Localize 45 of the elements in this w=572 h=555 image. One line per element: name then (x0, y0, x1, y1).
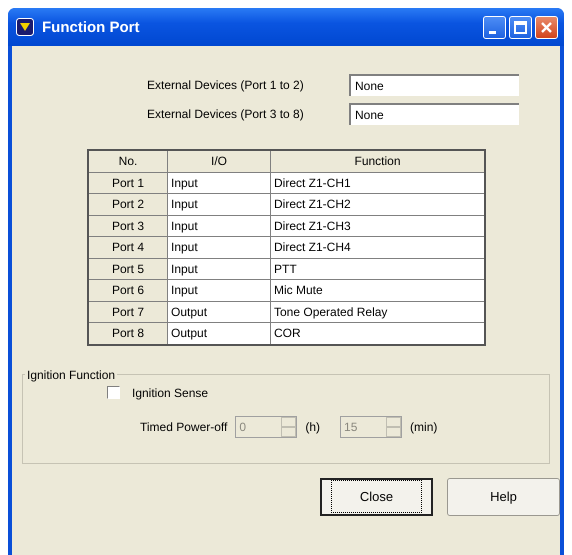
group-title: Ignition Function (26, 368, 116, 382)
row-header: Port 2 (88, 194, 168, 215)
table-cell: Mic Mute (270, 280, 485, 301)
app-icon (16, 18, 34, 36)
field-label: External Devices (Port 3 to 8) (147, 107, 305, 121)
maximize-button[interactable] (509, 16, 532, 38)
table-cell: Tone Operated Relay (270, 301, 485, 322)
window-title: Function Port (42, 18, 140, 36)
table-cell: Input (168, 215, 270, 236)
device-field[interactable]: None (349, 103, 519, 125)
column-header: No. (88, 150, 168, 172)
checkbox[interactable] (107, 386, 120, 399)
table-cell: Direct Z1-CH1 (270, 172, 485, 194)
row-header: Port 6 (88, 280, 168, 301)
table-cell: Output (168, 322, 270, 344)
unit-label: (h) (305, 420, 320, 434)
checkbox-label: Ignition Sense (132, 386, 208, 400)
column-header: Function (270, 150, 485, 172)
table-cell: Input (168, 236, 270, 258)
field-label: External Devices (Port 1 to 2) (147, 78, 305, 92)
row-header: Port 8 (88, 322, 168, 344)
table-cell: Output (168, 301, 270, 322)
device-field[interactable]: None (349, 74, 519, 96)
table-cell: Input (168, 280, 270, 301)
row-header: Port 5 (88, 258, 168, 280)
table-cell: Input (168, 172, 270, 194)
column-header: I/O (168, 150, 270, 172)
help-button[interactable]: Help (447, 478, 560, 516)
row-header: Port 3 (88, 215, 168, 236)
row-header: Port 4 (88, 236, 168, 258)
table-cell: Direct Z1-CH3 (270, 215, 485, 236)
row-header: Port 7 (88, 301, 168, 322)
table-cell: Input (168, 194, 270, 215)
minimize-icon (488, 30, 496, 34)
row-header: Port 1 (88, 172, 168, 194)
table-cell: PTT (270, 258, 485, 280)
table-cell: COR (270, 322, 485, 344)
close-dialog-button[interactable]: Close (320, 478, 433, 516)
table-cell: Direct Z1-CH2 (270, 194, 485, 215)
minimize-button[interactable] (483, 16, 506, 38)
table-cell: Direct Z1-CH4 (270, 236, 485, 258)
table-cell: Input (168, 258, 270, 280)
unit-label: (min) (410, 420, 438, 434)
close-button[interactable] (535, 16, 558, 38)
timed-power-off-label: Timed Power-off (140, 420, 228, 434)
